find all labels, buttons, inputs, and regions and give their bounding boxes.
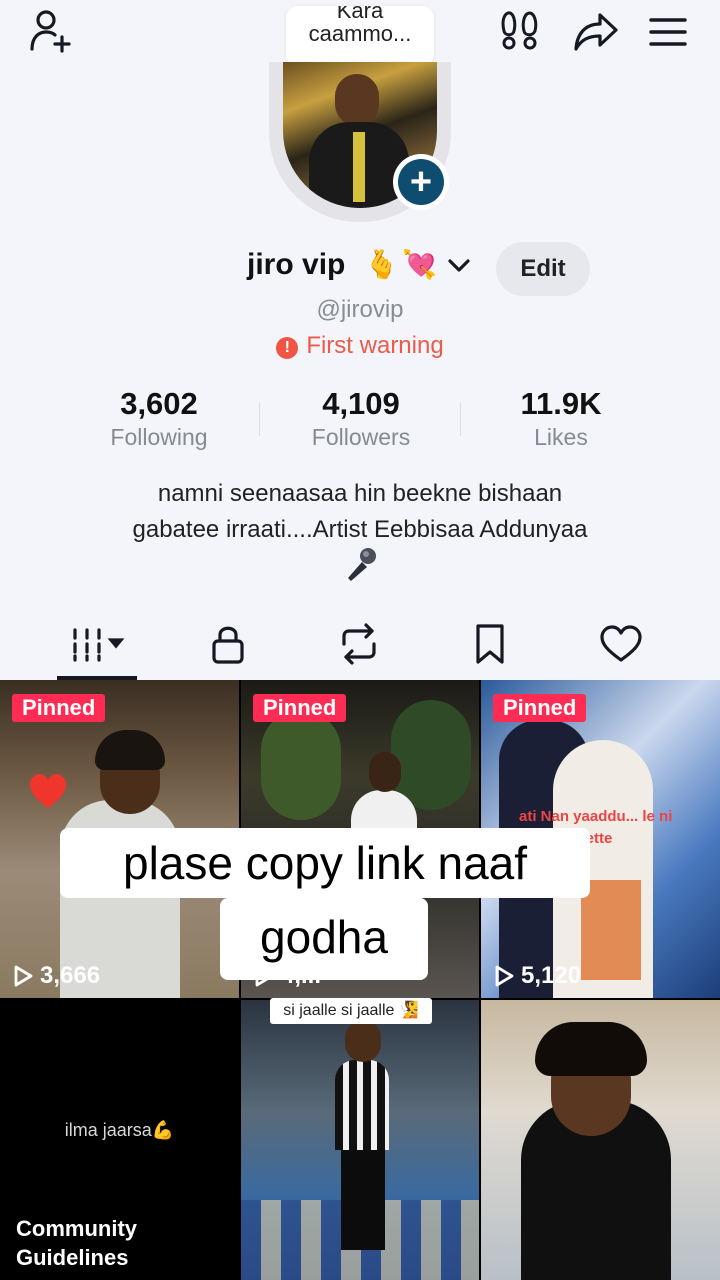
video-caption: si jaalle si jaalle 🧏 <box>270 998 432 1024</box>
note-line-1: Kara <box>336 6 384 23</box>
palm-tree <box>391 700 471 810</box>
person-head <box>369 752 401 792</box>
video-thumbnail-6[interactable] <box>481 1000 720 1280</box>
community-guidelines-line-1: Community <box>16 1216 137 1241</box>
view-count: 3,666 <box>12 962 100 990</box>
community-guidelines-label[interactable]: Community Guidelines <box>16 1214 137 1272</box>
profile-name[interactable]: jiro vip <box>247 248 345 282</box>
stat-divider <box>460 402 461 436</box>
person-legs <box>341 1150 385 1250</box>
video-caption: ilma jaarsa💪 <box>64 1120 175 1140</box>
stat-value: 4,109 <box>322 386 400 421</box>
pinned-badge: Pinned <box>493 694 587 722</box>
person-hair <box>95 730 165 770</box>
video-thumbnail-4[interactable]: ilma jaarsa💪 Community Guidelines <box>0 1000 239 1280</box>
name-row: jiro vip 🫰 💘 Edit <box>0 242 720 298</box>
video-thumbnail-5[interactable] <box>241 1000 479 1280</box>
stat-value: 3,602 <box>120 386 198 421</box>
bio-line-2: gabatee irraati....Artist Eebbisaa Addun… <box>132 516 588 543</box>
share-icon[interactable] <box>570 8 622 54</box>
plus-icon: + <box>398 159 444 205</box>
red-heart-icon <box>28 772 68 812</box>
view-count-value: 5,120 <box>521 962 582 989</box>
avatar-shirt-stripe <box>353 132 365 202</box>
profile-note-bubble[interactable]: Kara caammo... <box>286 6 434 66</box>
videos-grid-icon[interactable] <box>47 612 147 676</box>
stat-followers[interactable]: 4,109 Followers <box>271 386 451 451</box>
view-count: 5,120 <box>493 962 581 990</box>
palm-tree <box>261 710 341 820</box>
chevron-down-icon[interactable] <box>446 256 472 281</box>
heart-emoji: 💘 <box>402 249 437 280</box>
lock-icon[interactable] <box>178 612 278 676</box>
edit-profile-button[interactable]: Edit <box>496 242 590 296</box>
profile-tabs <box>0 612 720 680</box>
note-line-2: caammo... <box>308 21 412 46</box>
stat-label: Following <box>110 424 208 450</box>
overlay-text-line-1: plase copy link naaf <box>60 828 590 898</box>
bio-line-1: namni seenaasaa hin beekne bishaan <box>157 480 563 507</box>
profile-bio: namni seenaasaa hin beekne bishaan gabat… <box>40 476 680 548</box>
pinned-badge: Pinned <box>253 694 347 722</box>
bookmark-icon[interactable] <box>440 612 540 676</box>
avatar-container[interactable]: + <box>263 62 457 222</box>
stat-following[interactable]: 3,602 Following <box>69 386 249 451</box>
person-hair <box>535 1022 647 1076</box>
footprints-icon[interactable] <box>498 8 542 54</box>
warning-link[interactable]: ! First warning <box>0 332 720 360</box>
warning-text: First warning <box>306 332 444 359</box>
hand-emoji: 🫰 <box>364 249 399 280</box>
repost-icon[interactable] <box>309 612 409 676</box>
stat-divider <box>259 402 260 436</box>
profile-stats: 3,602 Following 4,109 Followers 11.9K Li… <box>0 386 720 456</box>
overlay-text-line-2: godha <box>220 898 428 980</box>
pinned-badge: Pinned <box>12 694 106 722</box>
avatar-person-head <box>335 74 379 126</box>
person-figure <box>335 1060 389 1150</box>
add-story-button[interactable]: + <box>393 154 449 210</box>
stat-likes[interactable]: 11.9K Likes <box>471 386 651 451</box>
dress-pattern <box>581 880 641 980</box>
stat-label: Likes <box>534 424 588 450</box>
stat-value: 11.9K <box>520 386 602 421</box>
person-head <box>345 1020 381 1062</box>
view-count-value: 3,666 <box>40 962 101 989</box>
menu-icon[interactable] <box>644 10 692 54</box>
heart-outline-icon[interactable] <box>571 612 671 676</box>
stat-label: Followers <box>311 424 411 450</box>
profile-handle: @jirovip <box>316 296 404 323</box>
microphone-icon <box>340 544 380 584</box>
community-guidelines-line-2: Guidelines <box>16 1245 129 1270</box>
warning-icon: ! <box>276 337 299 359</box>
add-friend-icon[interactable] <box>24 8 78 54</box>
